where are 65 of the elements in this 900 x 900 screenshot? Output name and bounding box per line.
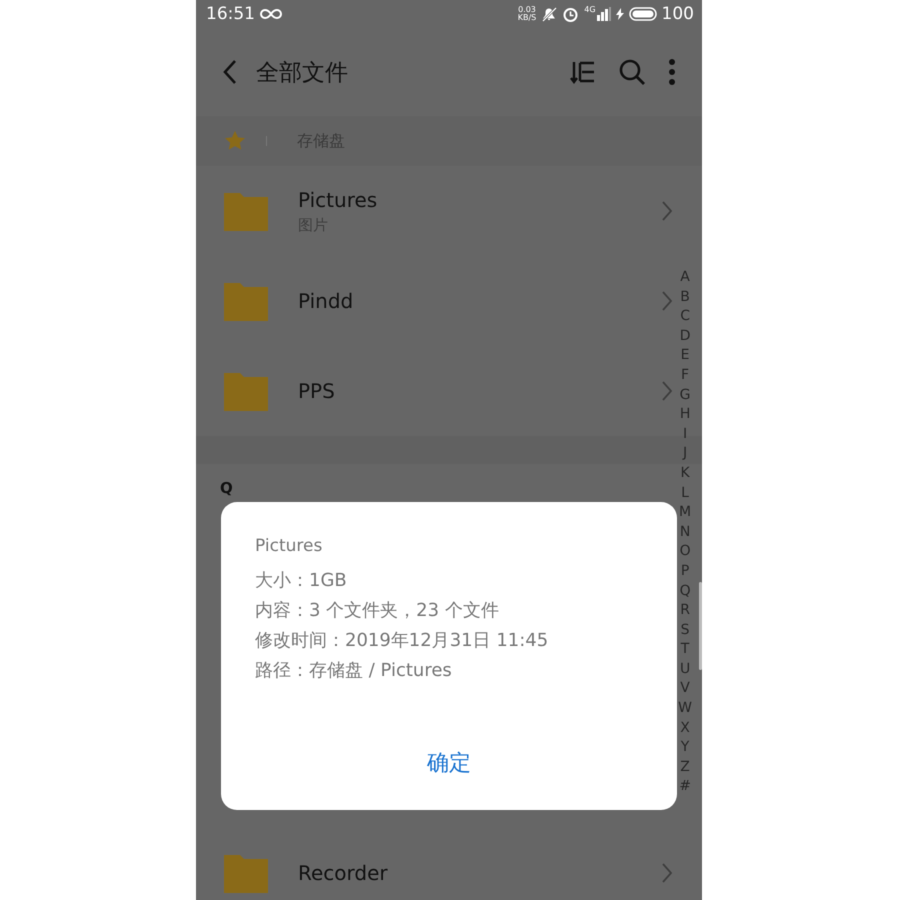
folder-icon [224,191,268,231]
index-letter[interactable]: J [683,444,688,464]
net-speed-unit: KB/S [518,14,536,22]
bell-off-icon [541,6,558,22]
index-letter[interactable]: B [680,288,690,308]
folder-icon [224,853,268,893]
section-header: Q [220,479,233,497]
index-letter[interactable]: N [680,522,690,542]
search-icon[interactable] [618,58,646,86]
folder-icon [224,371,268,411]
index-letter[interactable]: I [683,424,688,444]
charging-icon [616,8,624,20]
status-time: 16:51 [206,4,255,24]
net-speed-value: 0.03 [518,6,536,14]
folder-name: Recorder [298,861,389,885]
index-letter[interactable]: E [680,346,690,366]
index-letter[interactable]: Z [680,758,690,778]
folder-row[interactable]: Pindd [196,256,672,346]
index-letter[interactable]: K [680,464,690,484]
index-letter[interactable]: O [680,542,691,562]
folder-row[interactable]: PPS [196,346,672,436]
index-letter[interactable]: R [680,601,690,621]
index-letter[interactable]: S [680,620,690,640]
sort-icon[interactable] [570,59,596,85]
more-icon[interactable] [668,58,676,86]
index-letter[interactable]: P [680,562,690,582]
property-line: 修改时间：2019年12月31日 11:45 [255,629,550,653]
alarm-icon [562,6,580,22]
index-letter[interactable]: M [679,503,692,523]
chevron-right-icon [662,863,672,883]
index-letter[interactable]: L [681,484,689,504]
battery-level: 100 [662,4,694,24]
property-line: 路径：存储盘 / Pictures [255,659,453,683]
property-line: 内容：3 个文件夹，23 个文件 [255,599,500,623]
ok-button[interactable]: 确定 [419,744,479,782]
dialog-title: Pictures [255,536,324,556]
network-type: 4G [584,5,596,14]
index-letter[interactable]: U [680,660,690,680]
index-letter[interactable]: # [679,777,691,798]
index-letter[interactable]: V [680,679,690,700]
index-letter[interactable]: G [680,386,690,406]
index-letter[interactable]: W [678,699,692,719]
index-letter[interactable]: C [680,307,690,327]
property-line: 大小：1GB [255,569,348,593]
index-letter[interactable]: Q [680,582,691,602]
folder-row[interactable]: Recorder [196,828,672,900]
index-letter[interactable]: D [680,326,690,346]
index-letter[interactable]: F [681,366,690,386]
folder-icon [224,281,268,321]
folder-name: Pindd [298,289,354,313]
index-letter[interactable]: Y [680,738,690,758]
battery-icon [628,7,657,21]
index-letter[interactable]: T [680,640,690,660]
infinity-icon [260,8,282,20]
chevron-right-icon [662,291,672,311]
page-title: 全部文件 [256,58,348,88]
star-icon[interactable] [224,130,246,152]
index-letter[interactable]: H [680,405,690,425]
signal-icon [596,7,611,21]
chevron-right-icon [662,381,672,401]
folder-name: PPS [298,379,336,403]
folder-name: Pictures [298,188,378,212]
index-letter[interactable]: X [680,718,690,738]
chevron-right-icon [662,201,672,221]
index-letter[interactable]: A [680,268,690,288]
